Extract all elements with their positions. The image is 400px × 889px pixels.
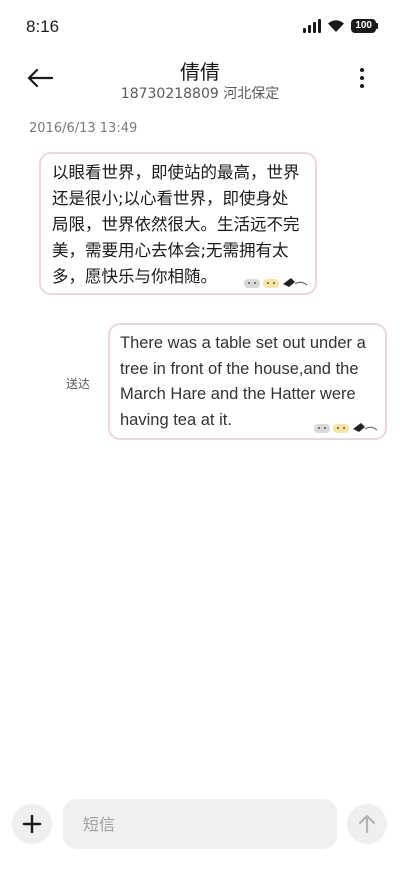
- incoming-message-bubble[interactable]: 以眼看世界，即使站的最高，世界还是很小;以心看世界，即使身处局限，世界依然很大。…: [39, 152, 317, 295]
- battery-level: 100: [351, 19, 376, 33]
- signal-icon: [303, 19, 322, 33]
- cat-sticker-icon: [314, 423, 378, 433]
- outgoing-message-bubble[interactable]: There was a table set out under a tree i…: [108, 323, 387, 440]
- status-icons: 100: [303, 19, 378, 33]
- conversation-header: 倩倩 18730218809 河北保定: [0, 56, 400, 106]
- message-timestamp: 2016/6/13 13:49: [29, 121, 138, 136]
- send-button[interactable]: [347, 804, 387, 844]
- add-attachment-button[interactable]: [12, 804, 52, 844]
- back-arrow-icon: [27, 68, 53, 88]
- cat-sticker-icon: [244, 278, 308, 288]
- status-time: 8:16: [26, 17, 60, 36]
- outgoing-message-text: There was a table set out under a tree i…: [120, 334, 366, 429]
- status-bar: 8:16 100: [0, 0, 400, 56]
- wifi-icon: [328, 20, 345, 32]
- send-arrow-icon: [358, 814, 376, 834]
- contact-detail: 18730218809 河北保定: [120, 86, 280, 102]
- message-input[interactable]: [63, 799, 337, 849]
- incoming-message-text: 以眼看世界，即使站的最高，世界还是很小;以心看世界，即使身处局限，世界依然很大。…: [52, 163, 300, 286]
- battery-icon: 100: [351, 19, 378, 33]
- back-button[interactable]: [22, 62, 58, 94]
- more-options-button[interactable]: [352, 64, 372, 92]
- delivery-status: 送达: [66, 377, 91, 391]
- contact-name: 倩倩: [180, 60, 220, 84]
- plus-icon: [22, 814, 42, 834]
- more-vert-icon: [360, 68, 364, 72]
